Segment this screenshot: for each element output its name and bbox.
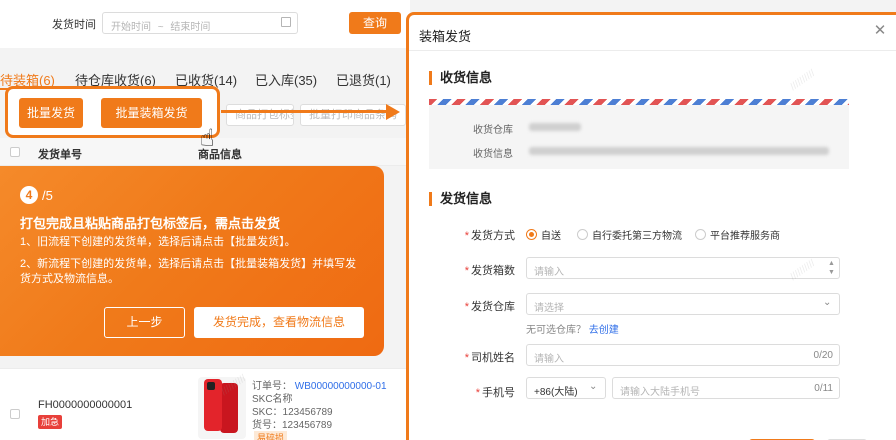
ship-warehouse-label: * 发货仓库 (464, 301, 515, 313)
guide-arrow (221, 110, 389, 113)
hand-cursor-icon: ☝ (200, 125, 215, 152)
phone-input[interactable]: 请输入大陆手机号 0/11 (612, 377, 840, 399)
print-package-label-button[interactable]: 商品打包标签 (226, 104, 294, 126)
driver-name-input[interactable]: 请输入 0/20 (526, 344, 840, 366)
calendar-icon (281, 17, 291, 27)
ship-warehouse-select[interactable]: 请选择 ⌄ (526, 293, 840, 315)
guide-line-1: 1、旧流程下创建的发货单，选择后请点击【批量发货】。 (20, 236, 296, 248)
urgent-badge: 加急 (38, 415, 63, 429)
col-ship-no: 发货单号 (38, 149, 82, 161)
phone-char-count: 0/11 (814, 383, 833, 394)
decrement-icon[interactable]: ▼ (827, 269, 836, 277)
step-number: 4 (20, 186, 38, 204)
date-range-input[interactable]: 开始时间 ~ 结束时间 (102, 12, 298, 34)
close-icon[interactable]: ✕ (872, 23, 888, 39)
step-total: /5 (42, 187, 53, 203)
batch-ship-button[interactable]: 批量发货 (19, 98, 83, 128)
select-all-checkbox[interactable] (10, 147, 20, 157)
done-view-logistics-button[interactable]: 发货完成，查看物流信息 (194, 307, 364, 338)
guide-arrow-head (386, 104, 400, 120)
product-image (198, 377, 246, 439)
increment-icon[interactable]: ▲ (827, 260, 836, 268)
box-count-input[interactable]: 请输入 ▲ ▼ (526, 257, 840, 279)
highlight-box: 批量发货 批量装箱发货 (5, 86, 220, 138)
guide-line-2a: 2、新流程下创建的发货单，选择后请点击【批量装箱发货】并填写发 (20, 258, 357, 270)
phone-code-select[interactable]: +86(大陆) ⌄ (526, 377, 606, 399)
modal-title: 装箱发货 (419, 29, 472, 44)
receive-info-box: 收货仓库 收货信息 (429, 105, 849, 169)
create-warehouse-link[interactable]: 去创建 (589, 325, 619, 336)
ship-number: FH0000000000001 (38, 399, 133, 411)
box-ship-modal: 装箱发货 ✕ 收货信息 收货仓库 收货信息 发货信息 * 发货方式 自送 自行委托… (406, 12, 896, 440)
prev-step-button[interactable]: 上一步 (104, 307, 185, 338)
ship-time-label: 发货时间 (52, 19, 96, 31)
driver-name-label: * 司机姓名 (464, 352, 515, 364)
date-start-placeholder: 开始时间 (111, 22, 151, 33)
item-number: 货号：123456789 (252, 420, 333, 431)
driver-char-count: 0/20 (813, 350, 833, 361)
radio-self-delivery[interactable]: 自送 (526, 227, 561, 242)
step-indicator: 4 /5 (20, 186, 53, 204)
chevron-down-icon: ⌄ (589, 381, 598, 392)
date-end-placeholder: 结束时间 (170, 22, 211, 33)
table-row: FH0000000000001 加急 订单号： WB00000000000-01… (0, 368, 410, 440)
watermark: ////////// (788, 68, 818, 93)
tab-returned[interactable]: 已退货(1) (336, 70, 391, 89)
radio-platform-provider[interactable]: 平台推荐服务商 (695, 227, 780, 242)
receive-warehouse-label: 收货仓库 (473, 125, 513, 136)
blurred-address (529, 147, 829, 155)
guide-title: 打包完成且粘贴商品打包标签后，需点击发货 (20, 216, 281, 231)
ship-section-title: 发货信息 (429, 192, 492, 206)
receive-address-label: 收货信息 (473, 149, 513, 160)
batch-box-ship-button[interactable]: 批量装箱发货 (101, 98, 202, 128)
receive-section-title: 收货信息 (429, 71, 492, 85)
filter-bar: 发货时间 开始时间 ~ 结束时间 查询 (0, 0, 410, 48)
query-button[interactable]: 查询 (349, 12, 401, 34)
fragile-badge: 易碎损 (254, 431, 288, 440)
tab-stored[interactable]: 已入库(35) (255, 70, 317, 89)
no-warehouse-hint: 无可选仓库？ 去创建 (526, 325, 619, 336)
box-count-label: * 发货箱数 (464, 265, 515, 277)
radio-third-party[interactable]: 自行委托第三方物流 (577, 227, 682, 242)
date-separator: ~ (157, 22, 164, 33)
ship-method-label: * 发货方式 (464, 230, 515, 242)
phone-label: * 手机号 (475, 387, 515, 399)
modal-header: 装箱发货 ✕ (409, 15, 896, 51)
blurred-warehouse (529, 123, 581, 131)
guide-line-2b: 货方式及物流信息。 (20, 273, 119, 285)
guide-card: 4 /5 打包完成且粘贴商品打包标签后，需点击发货 1、旧流程下创建的发货单，选… (0, 166, 384, 356)
order-link[interactable]: WB00000000000-01 (295, 381, 387, 392)
row-checkbox[interactable] (10, 409, 20, 419)
chevron-down-icon: ⌄ (823, 297, 832, 308)
